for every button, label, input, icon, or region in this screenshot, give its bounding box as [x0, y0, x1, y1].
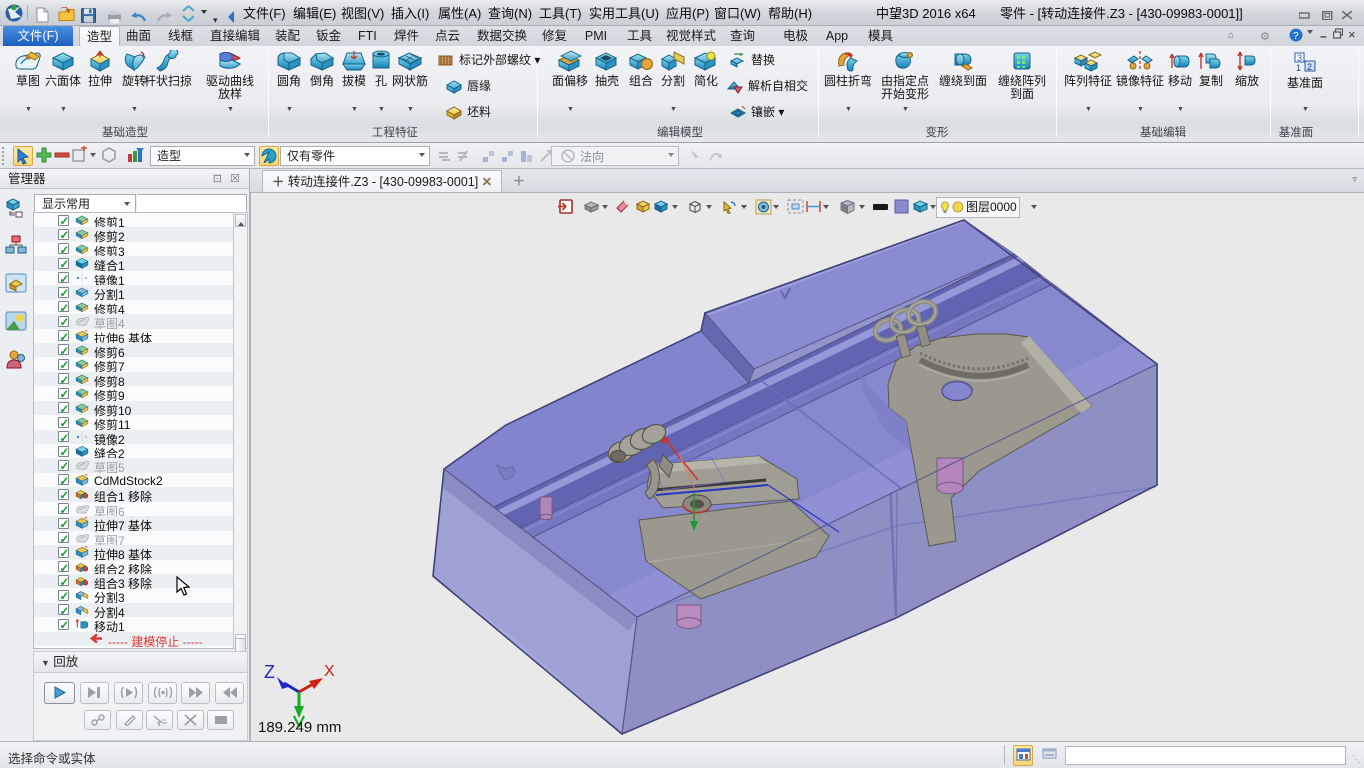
svg-text:Z: Z: [264, 662, 275, 682]
svg-text:3: 3: [1297, 53, 1302, 63]
svg-text:1: 1: [1296, 63, 1301, 73]
svg-text:2: 2: [1307, 62, 1312, 72]
svg-text:X: X: [324, 663, 335, 680]
svg-text:?: ?: [1293, 31, 1299, 42]
